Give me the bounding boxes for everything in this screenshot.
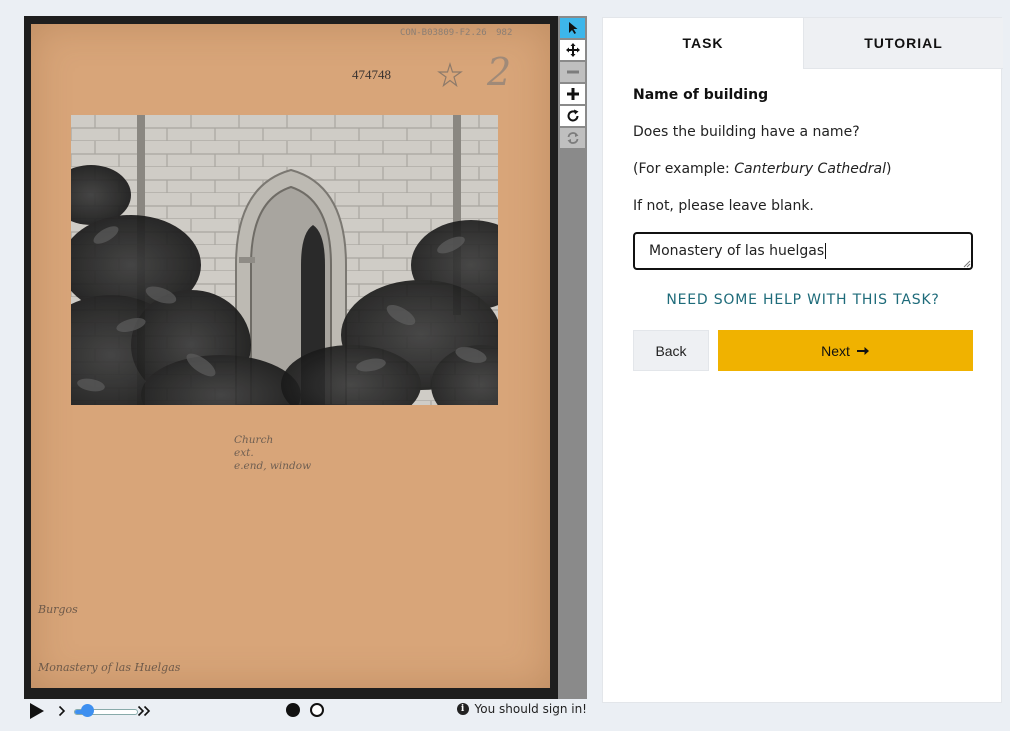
move-arrows-icon — [565, 43, 580, 57]
location-city: Burgos — [38, 603, 78, 616]
signin-text: You should sign in! — [474, 702, 587, 716]
archive-card[interactable]: CON-B03809-F2.26 982 474748 2 Church ext… — [31, 24, 550, 688]
zoom-in-button[interactable] — [560, 84, 585, 104]
reset-icon — [567, 132, 578, 144]
info-icon: i — [456, 703, 469, 715]
rotate-button[interactable] — [560, 106, 585, 126]
frame-dot-1[interactable] — [286, 703, 300, 717]
reset-view-button[interactable] — [560, 128, 585, 148]
tab-tutorial[interactable]: TUTORIAL — [803, 18, 1003, 69]
task-question: Does the building have a name? — [633, 124, 860, 140]
next-button[interactable]: Next — [718, 330, 973, 371]
task-panel: TASK TUTORIAL Name of building Does the … — [602, 17, 1003, 703]
building-photograph — [71, 115, 498, 405]
frame-dot-2[interactable] — [310, 703, 324, 717]
viewer-controls: i You should sign in! — [24, 700, 588, 722]
tab-task[interactable]: TASK — [603, 18, 803, 68]
double-chevron-right-icon[interactable] — [137, 705, 151, 717]
viewer-toolbar — [558, 16, 587, 699]
location-building: Monastery of las Huelgas — [38, 661, 181, 674]
zoom-out-button[interactable] — [560, 62, 585, 82]
annotate-tool-button[interactable] — [560, 18, 585, 38]
move-tool-button[interactable] — [560, 40, 585, 60]
task-example: (For example: Canterbury Cathedral) — [633, 161, 892, 177]
task-title: Name of building — [633, 87, 769, 103]
resize-handle-icon[interactable] — [961, 258, 971, 268]
chevron-right-icon[interactable] — [58, 705, 66, 717]
building-name-input[interactable]: Monastery of las huelgas — [633, 232, 973, 270]
plus-icon — [566, 88, 579, 100]
task-instruction: If not, please leave blank. — [633, 198, 814, 214]
pointer-icon — [568, 22, 577, 34]
star-icon — [437, 62, 463, 88]
next-button-label: Next — [821, 342, 850, 359]
building-name-value: Monastery of las huelgas — [649, 243, 825, 259]
signin-notice: i You should sign in! — [456, 702, 587, 716]
task-tabs: TASK TUTORIAL — [603, 18, 1003, 69]
catalog-number: CON-B03809-F2.26 982 — [400, 28, 513, 38]
help-link[interactable]: NEED SOME HELP WITH THIS TASK? — [603, 292, 1003, 308]
back-button[interactable]: Back — [633, 330, 709, 371]
rotate-icon — [567, 109, 578, 122]
box-number: 2 — [487, 50, 512, 94]
subject-viewer: CON-B03809-F2.26 982 474748 2 Church ext… — [24, 16, 558, 699]
minus-icon — [566, 70, 579, 74]
accession-number: 474748 — [352, 67, 391, 82]
play-icon[interactable] — [29, 702, 45, 720]
arrow-right-icon — [856, 346, 869, 355]
speed-slider-thumb[interactable] — [81, 704, 94, 717]
handwritten-notes: Church ext. e.end, window — [234, 434, 312, 472]
